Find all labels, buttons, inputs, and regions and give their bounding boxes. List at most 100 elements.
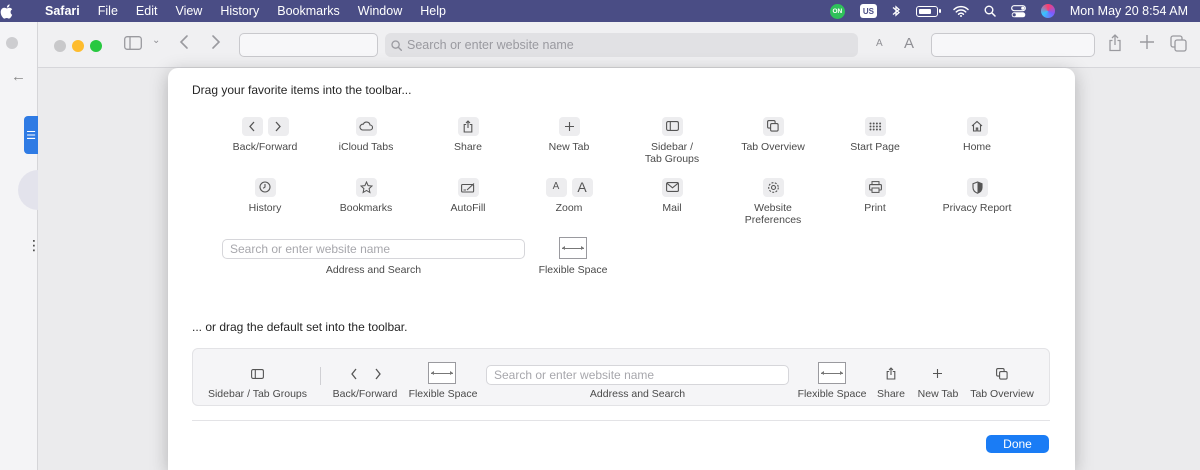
item-flexible-space[interactable]: Flexible Space bbox=[523, 235, 623, 276]
default-set-heading: ... or drag the default set into the too… bbox=[192, 320, 408, 334]
address-and-search-label: Address and Search bbox=[325, 264, 422, 276]
forward-chevron-icon bbox=[267, 116, 289, 136]
clock-icon bbox=[254, 177, 276, 197]
sidebar-icon bbox=[661, 116, 683, 136]
menu-help[interactable]: Help bbox=[411, 4, 455, 18]
menu-file[interactable]: File bbox=[89, 4, 127, 18]
item-privacy-report[interactable]: Privacy Report bbox=[927, 177, 1027, 214]
vpn-status-label: ON bbox=[829, 3, 845, 19]
cloud-icon bbox=[355, 116, 377, 136]
battery-icon[interactable] bbox=[915, 0, 941, 22]
siri-icon[interactable] bbox=[1040, 0, 1055, 22]
item-label: Flexible Space bbox=[538, 264, 608, 276]
item-mail[interactable]: Mail bbox=[622, 177, 722, 214]
item-sidebar-tab-groups[interactable]: Sidebar / Tab Groups bbox=[622, 116, 722, 165]
item-share[interactable]: Share bbox=[418, 116, 518, 153]
toolbar-placeholder-slot-right bbox=[931, 33, 1095, 57]
new-tab-icon[interactable] bbox=[1139, 34, 1155, 50]
zoom-window-button[interactable] bbox=[90, 40, 102, 52]
flexible-space-icon bbox=[428, 362, 456, 384]
bluetooth-icon[interactable] bbox=[892, 0, 901, 22]
default-set-separator bbox=[320, 367, 321, 385]
default-address-placeholder: Search or enter website name bbox=[494, 368, 655, 382]
address-and-search-item[interactable]: Search or enter website name bbox=[222, 239, 525, 259]
item-icloud-tabs[interactable]: iCloud Tabs bbox=[316, 116, 416, 153]
default-address-field: Search or enter website name bbox=[486, 365, 789, 385]
item-tab-overview[interactable]: Tab Overview bbox=[723, 116, 823, 153]
menu-history[interactable]: History bbox=[211, 4, 268, 18]
item-new-tab[interactable]: New Tab bbox=[519, 116, 619, 153]
favorites-heading: Drag your favorite items into the toolba… bbox=[192, 83, 412, 97]
menu-app-safari[interactable]: Safari bbox=[36, 4, 89, 18]
default-back-forward-label: Back/Forward bbox=[332, 388, 398, 400]
wifi-icon[interactable] bbox=[953, 0, 969, 22]
toolbar-address-search[interactable]: Search or enter website name bbox=[385, 33, 858, 57]
customize-toolbar-sheet: Drag your favorite items into the toolba… bbox=[168, 68, 1075, 470]
item-label-line1: Website bbox=[754, 202, 792, 214]
default-set-toolbar[interactable]: Sidebar / Tab Groups Back/Forward Flexib… bbox=[192, 348, 1050, 406]
done-button[interactable]: Done bbox=[986, 435, 1049, 453]
sidebar-chevron-down-icon[interactable]: ⌄ bbox=[152, 35, 160, 46]
default-new-tab-label: New Tab bbox=[917, 388, 959, 400]
tab-overview-icon[interactable] bbox=[1170, 35, 1187, 52]
default-tab-overview-label: Tab Overview bbox=[970, 388, 1034, 400]
item-label: Home bbox=[962, 141, 991, 153]
search-icon bbox=[391, 39, 402, 51]
item-bookmarks[interactable]: Bookmarks bbox=[316, 177, 416, 214]
forward-chevron-icon[interactable] bbox=[211, 34, 221, 50]
close-window-button[interactable] bbox=[54, 40, 66, 52]
autofill-icon bbox=[457, 177, 479, 197]
item-history[interactable]: History bbox=[215, 177, 315, 214]
item-label: New Tab bbox=[548, 141, 590, 153]
item-label: Bookmarks bbox=[339, 202, 393, 214]
apple-menu-icon[interactable] bbox=[0, 3, 36, 19]
printer-icon bbox=[864, 177, 886, 197]
toolbar-search-placeholder: Search or enter website name bbox=[407, 38, 574, 52]
item-website-preferences[interactable]: Website Preferences bbox=[723, 177, 823, 226]
keyboard-input-label: US bbox=[859, 4, 877, 18]
plus-icon bbox=[558, 116, 580, 136]
gear-icon bbox=[762, 177, 784, 197]
default-flexible-space-label-2: Flexible Space bbox=[797, 388, 867, 400]
item-back-forward[interactable]: Back/Forward bbox=[215, 116, 315, 153]
menu-bookmarks[interactable]: Bookmarks bbox=[268, 4, 349, 18]
vpn-status-icon[interactable]: ON bbox=[829, 0, 845, 22]
item-home[interactable]: Home bbox=[927, 116, 1027, 153]
sidebar-toggle-icon[interactable] bbox=[124, 36, 142, 50]
menu-window[interactable]: Window bbox=[349, 4, 411, 18]
item-label: Privacy Report bbox=[942, 202, 1012, 214]
share-icon[interactable] bbox=[1108, 34, 1122, 52]
item-label: Back/Forward bbox=[232, 141, 298, 153]
item-label: History bbox=[248, 202, 282, 214]
item-zoom[interactable]: A A Zoom bbox=[519, 177, 619, 214]
default-sidebar-label: Sidebar / Tab Groups bbox=[207, 388, 308, 400]
spotlight-search-icon[interactable] bbox=[984, 0, 996, 22]
flexible-space-icon bbox=[818, 362, 846, 384]
keyboard-input-icon[interactable]: US bbox=[859, 0, 877, 22]
default-share-label: Share bbox=[876, 388, 906, 400]
toolbar-placeholder-slot bbox=[239, 33, 378, 57]
item-print[interactable]: Print bbox=[825, 177, 925, 214]
minimize-window-button[interactable] bbox=[72, 40, 84, 52]
background-window: ← ☰ ⋮⋮ bbox=[0, 22, 58, 470]
bigger-text-icon[interactable]: A bbox=[904, 35, 914, 52]
item-label: Zoom bbox=[555, 202, 583, 214]
tab-overview-icon bbox=[762, 116, 784, 136]
star-icon bbox=[355, 177, 377, 197]
tab-overview-icon bbox=[996, 368, 1008, 380]
default-address-label: Address and Search bbox=[589, 388, 686, 400]
item-start-page[interactable]: Start Page bbox=[825, 116, 925, 153]
back-chevron-icon[interactable] bbox=[179, 34, 189, 50]
smaller-text-icon[interactable]: A bbox=[876, 38, 883, 49]
zoom-out-icon: A bbox=[545, 177, 567, 197]
menu-edit[interactable]: Edit bbox=[127, 4, 167, 18]
item-label-line2: Preferences bbox=[744, 214, 802, 226]
control-center-icon[interactable] bbox=[1010, 0, 1026, 22]
item-label: Start Page bbox=[850, 141, 900, 153]
item-label: Share bbox=[453, 141, 483, 153]
menu-clock[interactable]: Mon May 20 8:54 AM bbox=[1070, 4, 1188, 18]
flexible-space-icon bbox=[559, 237, 587, 259]
item-autofill[interactable]: AutoFill bbox=[418, 177, 518, 214]
plus-icon bbox=[932, 368, 943, 379]
menu-view[interactable]: View bbox=[166, 4, 211, 18]
